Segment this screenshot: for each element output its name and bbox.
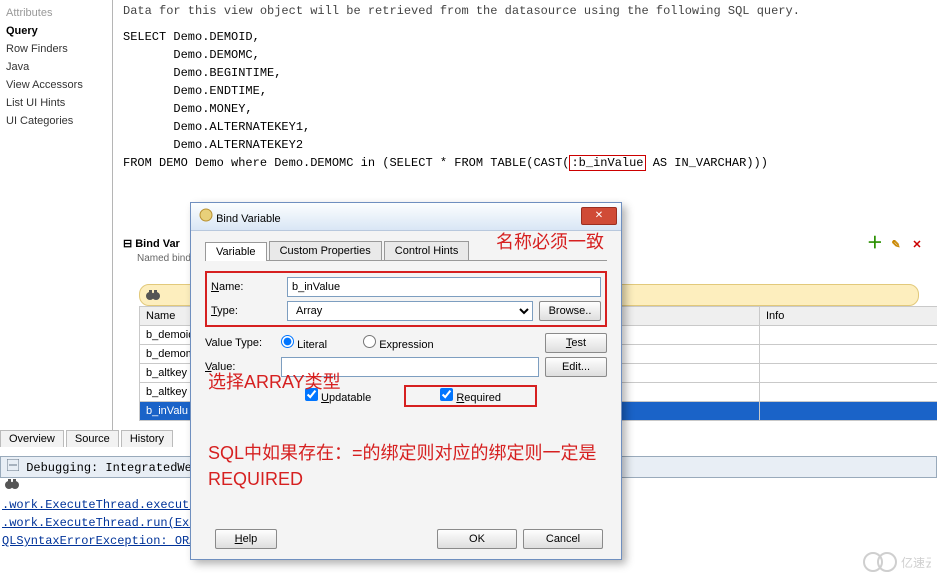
annotation-1: 名称必须一致 (496, 228, 604, 254)
tab-overview[interactable]: Overview (0, 430, 64, 447)
ok-button[interactable]: OK (437, 529, 517, 549)
sql-text: SELECT Demo.DEMOID, Demo.DEMOMC, Demo.BE… (113, 22, 937, 182)
nav-query[interactable]: Query (0, 22, 112, 40)
delete-icon[interactable]: ✕ (909, 237, 925, 253)
nav-attributes[interactable]: Attributes (0, 4, 112, 22)
query-hint: Data for this view object will be retrie… (113, 0, 937, 22)
nav-java[interactable]: Java (0, 58, 112, 76)
stack-line[interactable]: QLSyntaxErrorException: ORA (2, 534, 196, 548)
required-group: Required (404, 385, 537, 407)
required-check[interactable] (440, 388, 453, 401)
annotation-3: SQL中如果存在：=的绑定则对应的绑定则一定是REQUIRED (208, 440, 608, 492)
stack-line[interactable]: .work.ExecuteThread.run(Exe (2, 516, 196, 530)
test-button[interactable]: Test (545, 333, 607, 353)
expression-radio[interactable] (363, 335, 376, 348)
valuetype-label: Value Type: (205, 337, 281, 349)
edit-icon[interactable]: ✎ (888, 237, 904, 253)
svg-text:亿速云: 亿速云 (901, 555, 931, 570)
annotation-2: 选择ARRAY类型 (208, 368, 341, 394)
nav-rowfinders[interactable]: Row Finders (0, 40, 112, 58)
sql-bindvar: :b_inValue (569, 155, 645, 171)
nav-uicategories[interactable]: UI Categories (0, 112, 112, 130)
help-button[interactable]: Help (215, 529, 277, 549)
name-field[interactable] (287, 277, 601, 297)
debug-search[interactable] (4, 476, 20, 495)
tab-variable[interactable]: Variable (205, 242, 267, 261)
edit-button[interactable]: Edit... (545, 357, 607, 377)
required-check-label[interactable]: Required (440, 392, 501, 404)
watermark: 亿速云 (861, 548, 931, 579)
section-header[interactable]: Bind Var (123, 238, 180, 250)
add-icon[interactable]: ＋ (867, 236, 883, 252)
close-button[interactable]: ✕ (581, 207, 617, 225)
cancel-button[interactable]: Cancel (523, 529, 603, 549)
type-label: Type: (211, 305, 287, 317)
stack-line[interactable]: .work.ExecuteThread.execute (2, 498, 196, 512)
col-info[interactable]: Info (760, 307, 937, 326)
nav-viewaccessors[interactable]: View Accessors (0, 76, 112, 94)
type-select[interactable]: Array (287, 301, 533, 321)
stack-trace: .work.ExecuteThread.execute .work.Execut… (2, 496, 196, 550)
editor-tabs: Overview Source History (0, 430, 172, 447)
name-label: NName:ame: (211, 281, 287, 293)
dialog-title-text: Bind Variable (216, 213, 281, 225)
tab-custom-properties[interactable]: Custom Properties (269, 241, 382, 260)
collapse-icon (7, 459, 19, 471)
side-nav: Attributes Query Row Finders Java View A… (0, 0, 113, 440)
tab-control-hints[interactable]: Control Hints (384, 241, 470, 260)
name-type-group: NName:ame: Type: Array Browse.. (205, 271, 607, 327)
main-pane: Data for this view object will be retrie… (113, 0, 937, 182)
binoculars-icon (145, 287, 161, 303)
binoculars-icon (4, 476, 20, 492)
section-toolbar: ＋ ✎ ✕ (865, 236, 925, 253)
nav-listuihints[interactable]: List UI Hints (0, 94, 112, 112)
literal-radio-label[interactable]: Literal (281, 335, 357, 351)
tab-history[interactable]: History (121, 430, 173, 447)
literal-radio[interactable] (281, 335, 294, 348)
browse-button[interactable]: Browse.. (539, 301, 601, 321)
tab-source[interactable]: Source (66, 430, 119, 447)
dialog-icon (199, 208, 213, 222)
dialog-titlebar[interactable]: Bind Variable ✕ (191, 203, 621, 231)
expression-radio-label[interactable]: Expression (363, 335, 439, 351)
